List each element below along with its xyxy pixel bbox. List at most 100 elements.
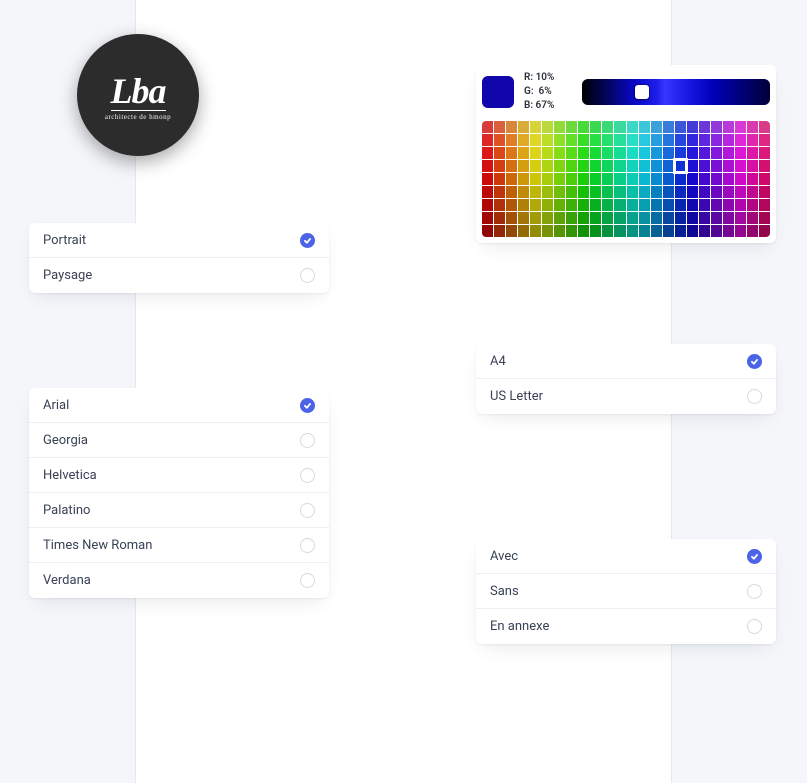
color-cell[interactable] xyxy=(506,121,517,133)
color-cell[interactable] xyxy=(566,173,577,185)
color-cell[interactable] xyxy=(614,147,625,159)
color-cell[interactable] xyxy=(711,147,722,159)
color-cell[interactable] xyxy=(723,199,734,211)
color-cell[interactable] xyxy=(747,160,758,172)
color-cell[interactable] xyxy=(651,173,662,185)
color-cell[interactable] xyxy=(651,147,662,159)
color-cell[interactable] xyxy=(566,147,577,159)
color-cell[interactable] xyxy=(542,212,553,224)
color-cell[interactable] xyxy=(735,186,746,198)
color-cell[interactable] xyxy=(723,186,734,198)
color-cell[interactable] xyxy=(639,134,650,146)
color-cell[interactable] xyxy=(735,225,746,237)
color-cell[interactable] xyxy=(759,199,770,211)
color-cell[interactable] xyxy=(711,121,722,133)
color-cell[interactable] xyxy=(602,212,613,224)
color-cell[interactable] xyxy=(494,147,505,159)
color-cell[interactable] xyxy=(590,212,601,224)
color-cell[interactable] xyxy=(494,173,505,185)
color-cell[interactable] xyxy=(506,186,517,198)
color-cell[interactable] xyxy=(651,134,662,146)
color-cell[interactable] xyxy=(711,134,722,146)
color-cell[interactable] xyxy=(675,134,686,146)
color-cell[interactable] xyxy=(530,173,541,185)
color-slider-thumb[interactable] xyxy=(635,85,649,99)
color-cell[interactable] xyxy=(554,173,565,185)
color-cell[interactable] xyxy=(494,134,505,146)
fonts-option[interactable]: Verdana xyxy=(29,563,329,598)
color-cell[interactable] xyxy=(735,134,746,146)
color-cell[interactable] xyxy=(639,160,650,172)
color-cell[interactable] xyxy=(663,160,674,172)
color-cell[interactable] xyxy=(566,199,577,211)
color-cell[interactable] xyxy=(578,160,589,172)
color-cell[interactable] xyxy=(627,225,638,237)
color-cell[interactable] xyxy=(759,147,770,159)
color-cell[interactable] xyxy=(687,160,698,172)
color-cell[interactable] xyxy=(639,147,650,159)
color-cell[interactable] xyxy=(651,160,662,172)
color-cell[interactable] xyxy=(663,147,674,159)
color-cell[interactable] xyxy=(578,147,589,159)
color-cell[interactable] xyxy=(723,173,734,185)
color-cell[interactable] xyxy=(542,134,553,146)
color-cell[interactable] xyxy=(711,186,722,198)
color-cell[interactable] xyxy=(639,199,650,211)
color-cell[interactable] xyxy=(602,186,613,198)
color-cell[interactable] xyxy=(651,121,662,133)
color-cell[interactable] xyxy=(687,212,698,224)
color-cell[interactable] xyxy=(759,173,770,185)
color-cell[interactable] xyxy=(506,147,517,159)
color-cell[interactable] xyxy=(506,134,517,146)
color-cell[interactable] xyxy=(711,160,722,172)
color-cell[interactable] xyxy=(602,121,613,133)
color-cell[interactable] xyxy=(590,199,601,211)
color-cell[interactable] xyxy=(747,199,758,211)
color-cell[interactable] xyxy=(735,212,746,224)
color-cell[interactable] xyxy=(482,134,493,146)
color-cell[interactable] xyxy=(506,225,517,237)
color-cell[interactable] xyxy=(530,186,541,198)
color-cell[interactable] xyxy=(530,121,541,133)
color-cell[interactable] xyxy=(542,160,553,172)
paper-option[interactable]: A4 xyxy=(476,344,776,379)
color-cell[interactable] xyxy=(494,121,505,133)
color-cell[interactable] xyxy=(663,134,674,146)
color-cell[interactable] xyxy=(494,199,505,211)
color-cell[interactable] xyxy=(711,225,722,237)
color-cell[interactable] xyxy=(614,199,625,211)
color-cell[interactable] xyxy=(687,199,698,211)
color-cell[interactable] xyxy=(699,147,710,159)
color-cell[interactable] xyxy=(578,121,589,133)
color-cell[interactable] xyxy=(723,147,734,159)
color-cell[interactable] xyxy=(614,173,625,185)
color-cell[interactable] xyxy=(699,186,710,198)
color-cell[interactable] xyxy=(711,199,722,211)
color-cell[interactable] xyxy=(627,212,638,224)
color-cell[interactable] xyxy=(482,160,493,172)
color-cell[interactable] xyxy=(530,212,541,224)
color-cell[interactable] xyxy=(590,225,601,237)
color-cell[interactable] xyxy=(506,173,517,185)
color-cell[interactable] xyxy=(651,212,662,224)
color-cell[interactable] xyxy=(590,186,601,198)
fonts-option[interactable]: Georgia xyxy=(29,423,329,458)
color-cell[interactable] xyxy=(518,134,529,146)
color-cell[interactable] xyxy=(590,173,601,185)
color-cell[interactable] xyxy=(675,199,686,211)
paper-option[interactable]: US Letter xyxy=(476,379,776,414)
color-cell[interactable] xyxy=(554,134,565,146)
color-cell[interactable] xyxy=(602,199,613,211)
color-cell[interactable] xyxy=(663,225,674,237)
color-cell[interactable] xyxy=(639,121,650,133)
color-cell[interactable] xyxy=(723,160,734,172)
color-cell[interactable] xyxy=(506,199,517,211)
color-cell[interactable] xyxy=(675,212,686,224)
color-cell[interactable] xyxy=(506,160,517,172)
color-cell[interactable] xyxy=(747,173,758,185)
color-cell[interactable] xyxy=(566,160,577,172)
color-cell[interactable] xyxy=(590,134,601,146)
color-cell[interactable] xyxy=(759,134,770,146)
color-cell[interactable] xyxy=(578,199,589,211)
color-cell[interactable] xyxy=(687,147,698,159)
